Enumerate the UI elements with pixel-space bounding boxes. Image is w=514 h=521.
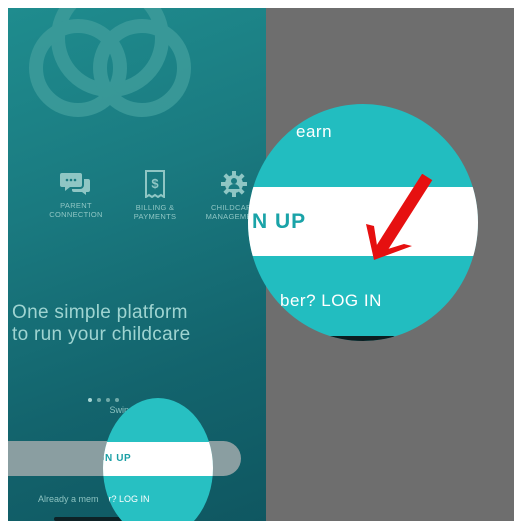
tagline-text: One simple platform to run your childcar… [12,302,191,345]
feature-label: BILLING & PAYMENTS [133,203,177,221]
app-logo-icon [29,8,191,117]
zoom-swipe-text: earn [296,122,333,141]
spotlight-circle-small: SIGN UP Already a member? LOG IN [103,398,213,521]
phone-screen: PARENT CONNECTION $ BILLING & PAYMENTS C… [8,8,266,521]
carousel-dots[interactable] [88,389,124,402]
zoom-home-indicator [296,336,396,341]
carousel-dot[interactable] [106,398,110,402]
member-prefix-text: Already a mem [38,494,99,504]
log-in-label: ber? LOG IN [103,494,150,504]
zoom-sign-up-label: N UP [252,210,307,233]
feature-billing-payments: $ BILLING & PAYMENTS [115,170,195,221]
feature-label: PARENT CONNECTION [49,201,103,219]
gear-person-icon [221,171,247,197]
carousel-dot[interactable] [97,398,101,402]
carousel-dot[interactable] [115,398,119,402]
carousel-dot[interactable] [88,398,92,402]
zoom-magnifier-circle: earn N UP ber? LOG IN [248,104,478,341]
feature-icons-row: PARENT CONNECTION $ BILLING & PAYMENTS C… [36,170,266,230]
log-in-link[interactable]: Already a member? LOG IN [103,494,150,504]
feature-parent-connection: PARENT CONNECTION [36,170,116,219]
red-arrow-icon [366,174,433,260]
sign-up-label: SIGN UP [103,453,132,464]
svg-text:$: $ [151,176,159,191]
receipt-dollar-icon: $ [145,170,165,198]
zoom-log-in-link[interactable]: ber? LOG IN [280,291,382,311]
screenshot-frame: PARENT CONNECTION $ BILLING & PAYMENTS C… [8,8,514,521]
chat-bubbles-icon [60,173,90,195]
